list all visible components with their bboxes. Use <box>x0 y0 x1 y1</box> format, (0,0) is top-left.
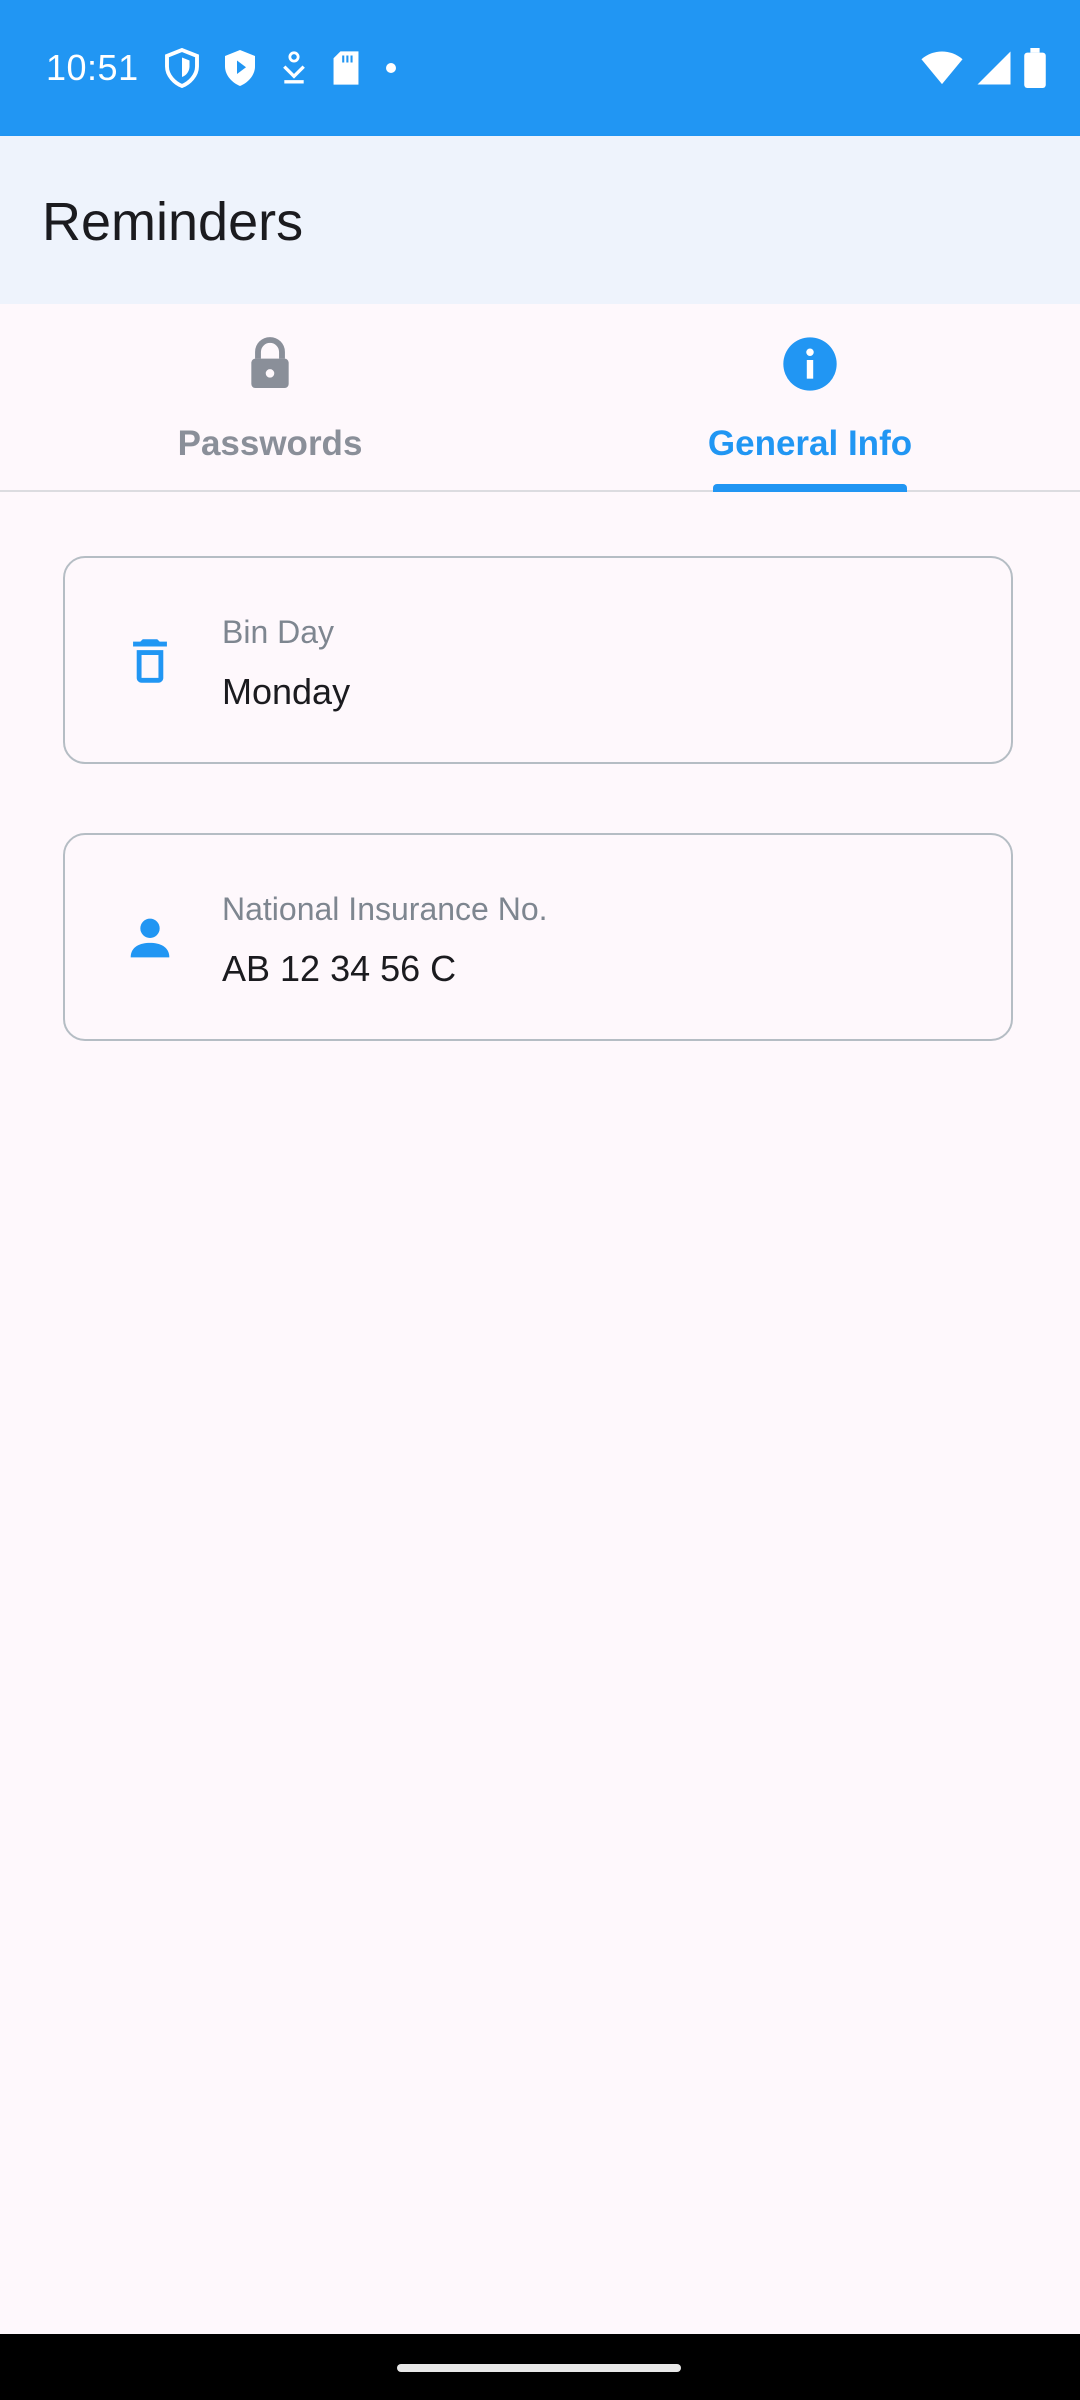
person-icon <box>121 909 179 967</box>
info-card-bin-day[interactable]: Bin Day Monday <box>63 556 1013 764</box>
tab-passwords[interactable]: Passwords <box>0 304 540 490</box>
tab-general-info-label: General Info <box>707 424 913 463</box>
cellular-signal-icon <box>976 50 1012 91</box>
card-value: AB 12 34 56 C <box>222 948 457 989</box>
status-bar: 10:51 <box>0 0 1080 136</box>
status-time: 10:51 <box>46 47 139 88</box>
battery-icon <box>1024 48 1046 93</box>
shield-outline-icon <box>164 47 200 93</box>
page-title: Reminders <box>42 192 304 252</box>
status-icons-right <box>908 48 1046 93</box>
sd-card-icon <box>330 50 362 91</box>
download-icon <box>280 50 308 91</box>
home-indicator[interactable] <box>397 2364 681 2372</box>
tab-general-info[interactable]: General Info <box>540 304 1080 490</box>
card-value: Monday <box>222 671 351 712</box>
status-icons-left <box>164 47 420 93</box>
shield-play-icon <box>222 48 258 93</box>
wifi-icon <box>920 50 964 91</box>
tab-passwords-label: Passwords <box>177 424 363 463</box>
app-bar: Reminders <box>0 136 1080 304</box>
card-label: Bin Day <box>222 614 335 650</box>
tab-bar: Passwords General Info <box>0 304 1080 492</box>
card-label: National Insurance No. <box>222 891 548 927</box>
trash-icon <box>121 632 179 690</box>
lock-icon <box>238 332 302 396</box>
selected-tab-indicator <box>713 484 907 492</box>
dot-icon <box>384 61 398 80</box>
info-icon <box>778 332 842 396</box>
info-card-national-insurance[interactable]: National Insurance No. AB 12 34 56 C <box>63 833 1013 1041</box>
